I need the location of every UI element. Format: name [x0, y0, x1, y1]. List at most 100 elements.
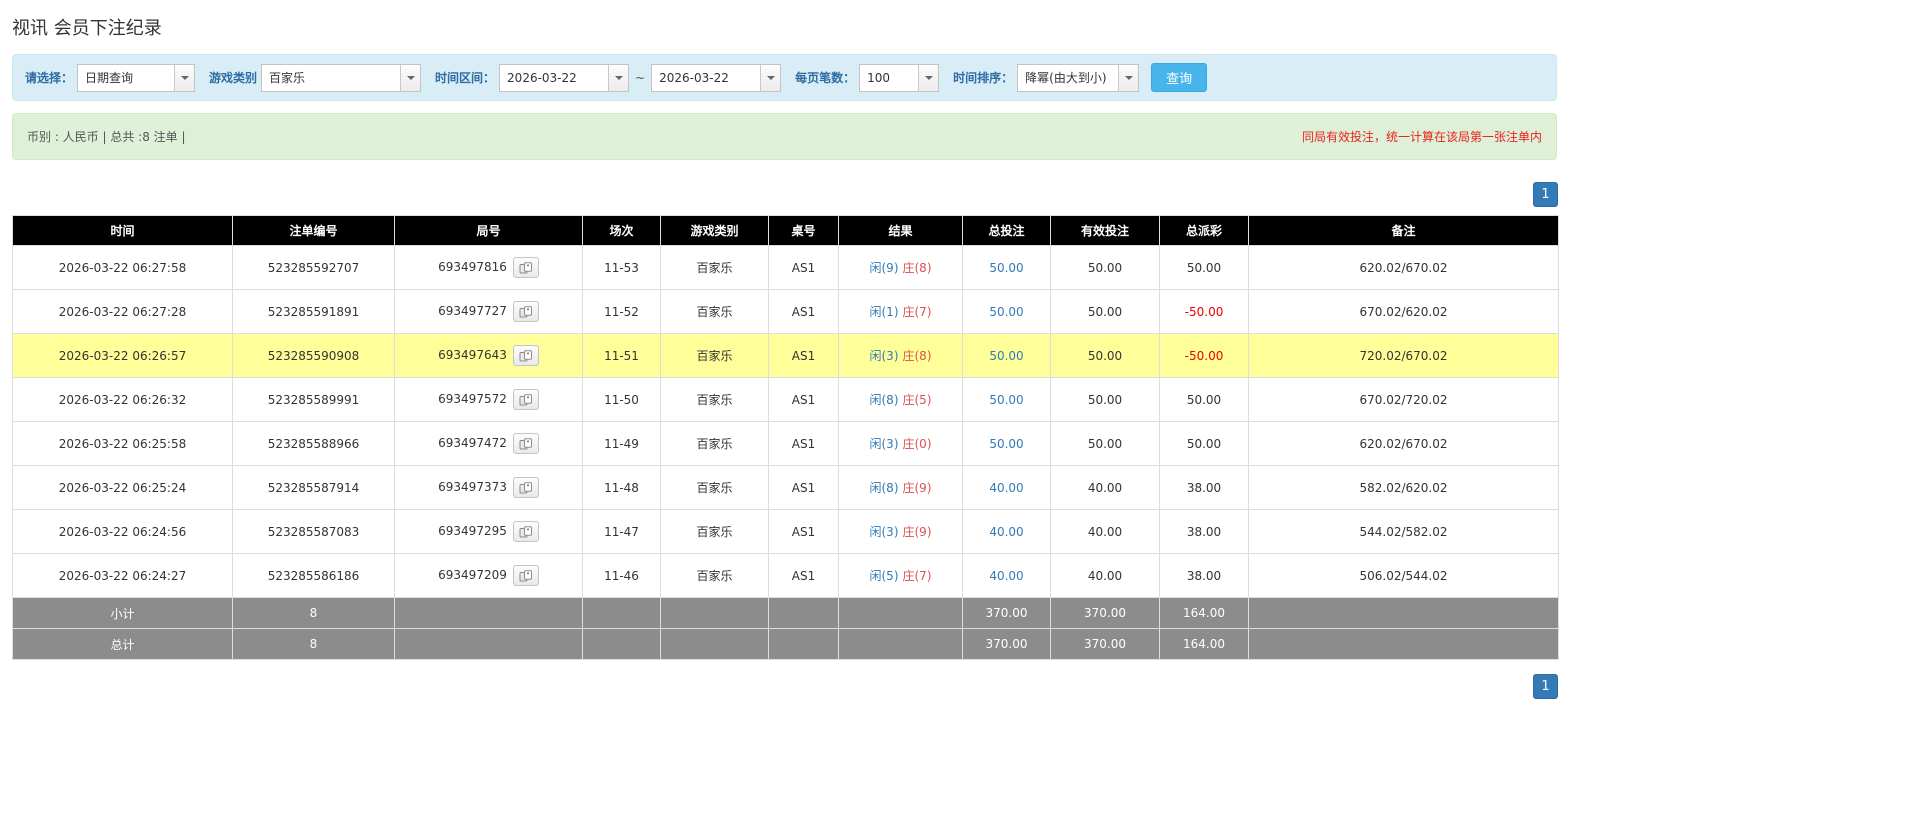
time-sort-value[interactable]: 降幂(由大到小) — [1018, 65, 1118, 91]
cell-time: 2026-03-22 06:26:32 — [13, 378, 233, 422]
view-cards-button[interactable] — [513, 477, 539, 498]
cell-bet-id: 523285591891 — [233, 290, 395, 334]
cell-time: 2026-03-22 06:27:58 — [13, 246, 233, 290]
column-header: 注单编号 — [233, 216, 395, 246]
cell-session: 11-50 — [583, 378, 661, 422]
subtotal-total-bet: 370.00 — [963, 598, 1051, 629]
column-header: 局号 — [395, 216, 583, 246]
view-cards-button[interactable] — [513, 345, 539, 366]
total-bet-link[interactable]: 50.00 — [989, 393, 1023, 407]
view-cards-button[interactable] — [513, 565, 539, 586]
page-size-label: 每页笔数： — [795, 69, 855, 86]
result-banker: 庄(9) — [903, 525, 932, 539]
time-range-label: 时间区间： — [435, 69, 495, 86]
chevron-down-icon[interactable] — [918, 65, 938, 91]
cell-round-id: 693497373 — [395, 466, 583, 510]
round-id-text: 693497373 — [438, 480, 507, 494]
game-type-combo[interactable]: 百家乐 — [261, 64, 421, 92]
page-1-button[interactable]: 1 — [1533, 182, 1558, 207]
result-banker: 庄(5) — [903, 393, 932, 407]
column-header: 时间 — [13, 216, 233, 246]
chevron-down-icon[interactable] — [760, 65, 780, 91]
cell-total-bet: 40.00 — [963, 510, 1051, 554]
select-type-label: 请选择： — [25, 69, 73, 86]
game-type-label: 游戏类别 — [209, 69, 257, 86]
cell-round-id: 693497295 — [395, 510, 583, 554]
subtotal-row: 小计 8 370.00 370.00 164.00 — [13, 598, 1559, 629]
select-type-value[interactable]: 日期查询 — [78, 65, 174, 91]
cell-valid-bet: 50.00 — [1051, 290, 1160, 334]
subtotal-valid-bet: 370.00 — [1051, 598, 1160, 629]
result-player: 闲(3) — [870, 349, 899, 363]
game-type-value[interactable]: 百家乐 — [262, 65, 400, 91]
page-1-button[interactable]: 1 — [1533, 674, 1558, 699]
table-row[interactable]: 2026-03-22 06:27:28 523285591891 6934977… — [13, 290, 1559, 334]
date-to-combo[interactable]: 2026-03-22 — [651, 64, 781, 92]
cell-bet-id: 523285592707 — [233, 246, 395, 290]
total-bet-link[interactable]: 50.00 — [989, 437, 1023, 451]
round-id-text: 693497572 — [438, 392, 507, 406]
time-sort-label: 时间排序： — [953, 69, 1013, 86]
chevron-down-icon[interactable] — [1118, 65, 1138, 91]
cards-icon — [519, 350, 533, 362]
cards-icon — [519, 394, 533, 406]
view-cards-button[interactable] — [513, 433, 539, 454]
round-id-text: 693497209 — [438, 568, 507, 582]
cards-icon — [519, 526, 533, 538]
page-size-value[interactable]: 100 — [860, 65, 918, 91]
cell-time: 2026-03-22 06:26:57 — [13, 334, 233, 378]
cell-session: 11-51 — [583, 334, 661, 378]
table-row[interactable]: 2026-03-22 06:25:24 523285587914 6934973… — [13, 466, 1559, 510]
query-button[interactable]: 查询 — [1151, 63, 1207, 92]
cell-total-bet: 50.00 — [963, 246, 1051, 290]
table-row[interactable]: 2026-03-22 06:24:56 523285587083 6934972… — [13, 510, 1559, 554]
cell-table-no: AS1 — [769, 290, 839, 334]
cell-result: 闲(9)庄(8) — [839, 246, 963, 290]
cell-bet-id: 523285590908 — [233, 334, 395, 378]
time-sort-combo[interactable]: 降幂(由大到小) — [1017, 64, 1139, 92]
chevron-down-icon[interactable] — [174, 65, 194, 91]
table-row[interactable]: 2026-03-22 06:26:57 523285590908 6934976… — [13, 334, 1559, 378]
pagination-bottom: 1 — [12, 674, 1558, 699]
cell-payout: 50.00 — [1160, 378, 1249, 422]
table-row[interactable]: 2026-03-22 06:25:58 523285588966 6934974… — [13, 422, 1559, 466]
total-bet-link[interactable]: 50.00 — [989, 261, 1023, 275]
total-bet-link[interactable]: 50.00 — [989, 349, 1023, 363]
result-player: 闲(1) — [870, 305, 899, 319]
cell-session: 11-46 — [583, 554, 661, 598]
date-from-value[interactable]: 2026-03-22 — [500, 65, 608, 91]
page-size-combo[interactable]: 100 — [859, 64, 939, 92]
view-cards-button[interactable] — [513, 521, 539, 542]
cell-bet-id: 523285587083 — [233, 510, 395, 554]
select-type-combo[interactable]: 日期查询 — [77, 64, 195, 92]
view-cards-button[interactable] — [513, 301, 539, 322]
total-bet-link[interactable]: 50.00 — [989, 305, 1023, 319]
total-bet-link[interactable]: 40.00 — [989, 569, 1023, 583]
total-bet-link[interactable]: 40.00 — [989, 525, 1023, 539]
table-row[interactable]: 2026-03-22 06:27:58 523285592707 6934978… — [13, 246, 1559, 290]
result-player: 闲(8) — [870, 393, 899, 407]
cell-payout: -50.00 — [1160, 334, 1249, 378]
result-player: 闲(8) — [870, 481, 899, 495]
date-to-value[interactable]: 2026-03-22 — [652, 65, 760, 91]
subtotal-count: 8 — [233, 598, 395, 629]
table-row[interactable]: 2026-03-22 06:24:27 523285586186 6934972… — [13, 554, 1559, 598]
result-player: 闲(3) — [870, 525, 899, 539]
total-bet-link[interactable]: 40.00 — [989, 481, 1023, 495]
table-row[interactable]: 2026-03-22 06:26:32 523285589991 6934975… — [13, 378, 1559, 422]
cell-total-bet: 50.00 — [963, 290, 1051, 334]
total-label: 总计 — [13, 629, 233, 660]
cell-payout: 38.00 — [1160, 466, 1249, 510]
view-cards-button[interactable] — [513, 389, 539, 410]
cell-result: 闲(1)庄(7) — [839, 290, 963, 334]
view-cards-button[interactable] — [513, 257, 539, 278]
chevron-down-icon[interactable] — [608, 65, 628, 91]
result-player: 闲(5) — [870, 569, 899, 583]
cell-game-type: 百家乐 — [661, 378, 769, 422]
cell-time: 2026-03-22 06:25:58 — [13, 422, 233, 466]
cards-icon — [519, 570, 533, 582]
cell-remark: 506.02/544.02 — [1249, 554, 1559, 598]
chevron-down-icon[interactable] — [400, 65, 420, 91]
cell-round-id: 693497727 — [395, 290, 583, 334]
date-from-combo[interactable]: 2026-03-22 — [499, 64, 629, 92]
